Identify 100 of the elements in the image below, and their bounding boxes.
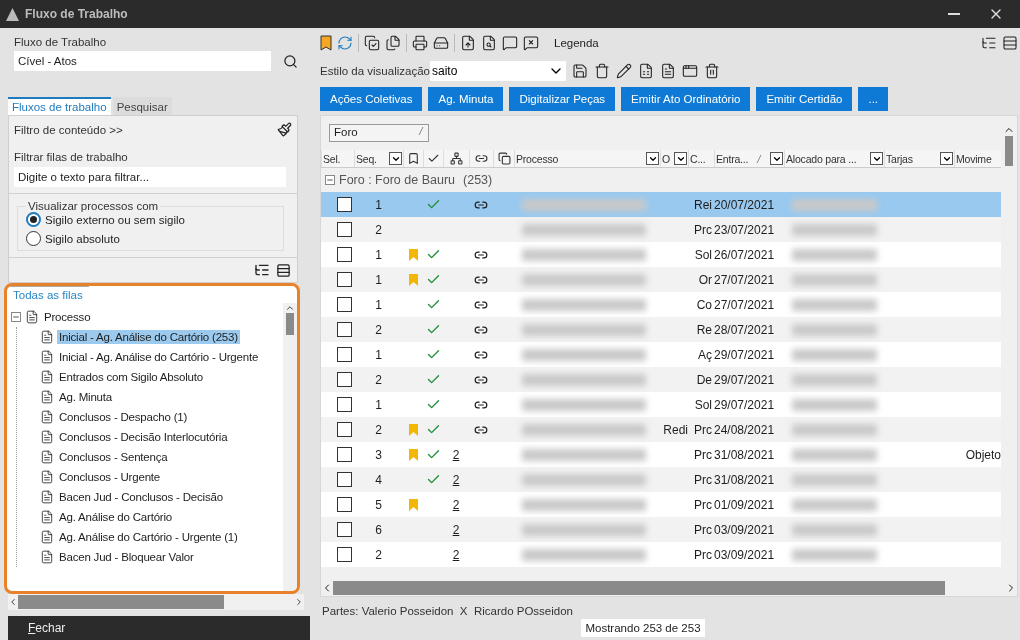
- filter-field[interactable]: Digite o texto para filtrar...: [14, 167, 286, 187]
- action-button[interactable]: Ag. Minuta: [428, 87, 504, 111]
- select-all-button[interactable]: [364, 35, 380, 51]
- action-button[interactable]: Digitalizar Peças: [509, 87, 616, 111]
- upload-button[interactable]: [460, 35, 476, 51]
- search-button[interactable]: [283, 53, 298, 69]
- filter-dropdown[interactable]: [870, 152, 883, 165]
- tree-item[interactable]: Inicial - Ag. Análise do Cartório - Urgente: [39, 347, 262, 367]
- tree-item[interactable]: Bacen Jud - Conclusos - Decisão: [39, 487, 226, 507]
- tree-view-button[interactable]: [981, 35, 997, 51]
- scroll-thumb[interactable]: [333, 581, 945, 595]
- filter-dropdown[interactable]: [940, 152, 953, 165]
- attachment-count-link[interactable]: 2: [452, 522, 460, 537]
- file-search-button[interactable]: [481, 35, 497, 51]
- action-button[interactable]: Emitir Certidão: [756, 87, 853, 111]
- tree-item[interactable]: Conclusos - Sentença: [39, 447, 171, 467]
- column-header[interactable]: O: [660, 150, 688, 167]
- filter-dropdown[interactable]: [674, 152, 687, 165]
- group-chip[interactable]: Foro: [329, 124, 429, 142]
- delete-button[interactable]: [703, 63, 720, 79]
- column-header[interactable]: [493, 150, 514, 167]
- copy-button[interactable]: [385, 35, 401, 51]
- radio-option[interactable]: Sigilo absoluto: [26, 231, 277, 246]
- row-checkbox[interactable]: [337, 547, 352, 562]
- row-checkbox[interactable]: [337, 372, 352, 387]
- tree-item[interactable]: Conclusos - Decisão Interlocutória: [39, 427, 231, 447]
- table-row[interactable]: 2 2 Prc 03/09/2021: [321, 542, 1001, 567]
- vertical-scrollbar[interactable]: [283, 303, 297, 591]
- print-button[interactable]: [412, 35, 428, 51]
- scroll-thumb[interactable]: [18, 595, 224, 609]
- style-dropdown[interactable]: saito: [429, 61, 566, 81]
- tab[interactable]: Pesquisar: [112, 97, 172, 115]
- list-view-button[interactable]: [1002, 35, 1018, 51]
- table-row[interactable]: 1 Sol 29/07/2021: [321, 392, 1001, 417]
- tree-view-button[interactable]: [254, 262, 270, 278]
- radio-option[interactable]: Sigilo externo ou sem sigilo: [26, 212, 277, 227]
- row-checkbox[interactable]: [337, 497, 352, 512]
- action-button[interactable]: Emitir Ato Ordinatório: [621, 87, 751, 111]
- column-header[interactable]: Sel.: [321, 150, 354, 167]
- action-button[interactable]: Ações Coletivas: [320, 87, 423, 111]
- row-checkbox[interactable]: [337, 197, 352, 212]
- collapse-toggle[interactable]: [11, 312, 21, 322]
- row-checkbox[interactable]: [337, 422, 352, 437]
- table-row[interactable]: 1 Sol 26/07/2021: [321, 242, 1001, 267]
- column-header[interactable]: Alocado para ...: [784, 150, 884, 167]
- tree-item[interactable]: Ag. Minuta: [39, 387, 115, 407]
- collapse-toggle[interactable]: [325, 175, 335, 185]
- action-button[interactable]: ...: [858, 87, 889, 111]
- tree-item[interactable]: Processo: [24, 307, 94, 327]
- row-checkbox[interactable]: [337, 222, 352, 237]
- row-checkbox[interactable]: [337, 322, 352, 337]
- table-row[interactable]: 1 Rei 20/07/2021: [321, 192, 1001, 217]
- tab[interactable]: Fluxos de trabalho: [8, 97, 111, 115]
- workflow-field[interactable]: Cível - Atos: [14, 51, 271, 71]
- table-row[interactable]: 5 2 Prc 01/09/2021: [321, 492, 1001, 517]
- attachment-count-link[interactable]: 2: [452, 472, 460, 487]
- column-header[interactable]: C...: [688, 150, 714, 167]
- remove-comment-button[interactable]: [523, 35, 539, 51]
- save-button[interactable]: [571, 63, 588, 79]
- brush-button[interactable]: [277, 122, 292, 137]
- row-checkbox[interactable]: [337, 447, 352, 462]
- horizontal-scrollbar[interactable]: [8, 594, 304, 610]
- list-view-button[interactable]: [276, 262, 291, 278]
- delete-style-button[interactable]: [593, 63, 610, 79]
- scroll-thumb[interactable]: [286, 313, 294, 335]
- column-header[interactable]: Seq.: [354, 150, 403, 167]
- tree-item[interactable]: Bacen Jud - Bloquear Valor: [39, 547, 197, 567]
- document-button[interactable]: [659, 63, 676, 79]
- row-checkbox[interactable]: [337, 472, 352, 487]
- close-bar-button[interactable]: Fechar: [8, 616, 310, 640]
- scroll-thumb[interactable]: [1005, 136, 1013, 166]
- tree-item[interactable]: Ag. Análise do Cartório: [39, 507, 176, 527]
- tree-item[interactable]: Entrados com Sigilo Absoluto: [39, 367, 206, 387]
- row-checkbox[interactable]: [337, 297, 352, 312]
- attachment-count-link[interactable]: 2: [452, 447, 460, 462]
- filter-dropdown[interactable]: [770, 152, 783, 165]
- edit-button[interactable]: [615, 63, 632, 79]
- row-checkbox[interactable]: [337, 247, 352, 262]
- row-checkbox[interactable]: [337, 272, 352, 287]
- attachment-count-link[interactable]: 2: [452, 497, 460, 512]
- table-row[interactable]: 1 Co 27/07/2021: [321, 292, 1001, 317]
- legend-link[interactable]: Legenda: [554, 37, 599, 49]
- filter-dropdown[interactable]: [389, 152, 402, 165]
- attachment-count-link[interactable]: 2: [452, 547, 460, 562]
- content-filter-toggle[interactable]: Filtro de conteúdo >>: [14, 123, 123, 136]
- column-header[interactable]: Processo: [514, 150, 660, 167]
- drive-button[interactable]: [433, 35, 449, 51]
- row-checkbox[interactable]: [337, 397, 352, 412]
- refresh-button[interactable]: [337, 35, 353, 51]
- comment-button[interactable]: [502, 35, 518, 51]
- filter-dropdown[interactable]: [646, 152, 659, 165]
- row-checkbox[interactable]: [337, 522, 352, 537]
- folder-button[interactable]: [320, 35, 332, 51]
- window-button[interactable]: [681, 63, 698, 79]
- column-header[interactable]: Tarjas: [884, 150, 954, 167]
- tree-item[interactable]: Conclusos - Urgente: [39, 467, 164, 487]
- table-row[interactable]: 3 2 Prc 31/08/2021 Objeto: [321, 442, 1001, 467]
- row-checkbox[interactable]: [337, 347, 352, 362]
- column-header[interactable]: Entra...: [714, 150, 784, 167]
- tree-item[interactable]: Conclusos - Despacho (1): [39, 407, 191, 427]
